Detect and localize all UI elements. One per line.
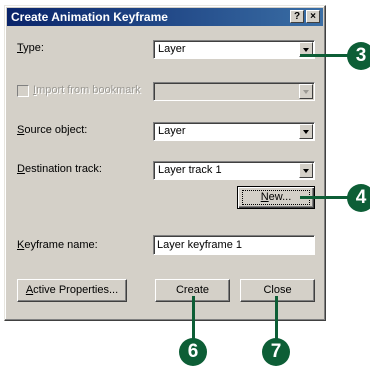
import-label-text: mport from bookmark bbox=[36, 84, 141, 96]
callout-6-leader bbox=[192, 296, 195, 340]
keyframe-name-label: Keyframe name: bbox=[17, 239, 98, 251]
source-label-text: ource object: bbox=[24, 124, 88, 136]
callout-7-leader bbox=[275, 296, 278, 340]
source-object-label: Source object: bbox=[17, 124, 87, 136]
create-animation-keyframe-dialog: Create Animation Keyframe ? × Type: Laye… bbox=[4, 5, 326, 321]
callout-3-leader bbox=[300, 54, 350, 57]
destination-label-text: estination track: bbox=[24, 163, 102, 175]
close-window-button[interactable]: × bbox=[306, 10, 320, 23]
active-properties-text: ctive Properties... bbox=[33, 284, 119, 296]
destination-track-dropdown[interactable]: Layer track 1 bbox=[153, 161, 315, 180]
callout-3: 3 bbox=[347, 42, 370, 70]
source-object-value: Layer bbox=[158, 125, 186, 137]
destination-track-label: Destination track: bbox=[17, 163, 102, 175]
keyframe-name-input[interactable] bbox=[153, 235, 315, 255]
import-bookmark-label: Import from bookmark bbox=[33, 84, 141, 96]
chevron-down-icon[interactable] bbox=[299, 124, 313, 139]
type-label-text: ype: bbox=[23, 42, 44, 54]
keyframe-label-text: eyframe name: bbox=[24, 239, 98, 251]
import-bookmark-checkbox[interactable] bbox=[17, 85, 29, 97]
active-properties-button[interactable]: Active Properties... bbox=[17, 279, 127, 302]
callout-4: 4 bbox=[347, 184, 370, 212]
type-dropdown[interactable]: Layer bbox=[153, 40, 315, 59]
help-button[interactable]: ? bbox=[290, 10, 304, 23]
destination-track-value: Layer track 1 bbox=[158, 164, 222, 176]
chevron-down-icon[interactable] bbox=[299, 163, 313, 178]
chevron-down-icon[interactable] bbox=[299, 84, 313, 99]
bookmark-dropdown[interactable] bbox=[153, 82, 315, 101]
callout-7: 7 bbox=[262, 338, 290, 366]
callout-6: 6 bbox=[179, 338, 207, 366]
title-bar[interactable]: Create Animation Keyframe ? × bbox=[7, 8, 323, 26]
source-object-dropdown[interactable]: Layer bbox=[153, 122, 315, 141]
destination-label-accel: D bbox=[17, 163, 25, 175]
callout-4-leader bbox=[300, 196, 350, 199]
type-label: Type: bbox=[17, 42, 44, 54]
type-value: Layer bbox=[158, 43, 186, 55]
dialog-title: Create Animation Keyframe bbox=[11, 10, 168, 24]
